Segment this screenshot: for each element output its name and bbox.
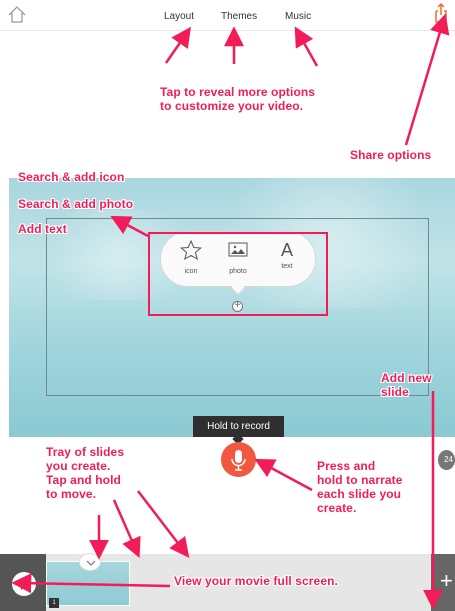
- app-screen: Layout Themes Music icon photo A text + …: [0, 0, 455, 611]
- annotation-arrows: [11, 13, 450, 610]
